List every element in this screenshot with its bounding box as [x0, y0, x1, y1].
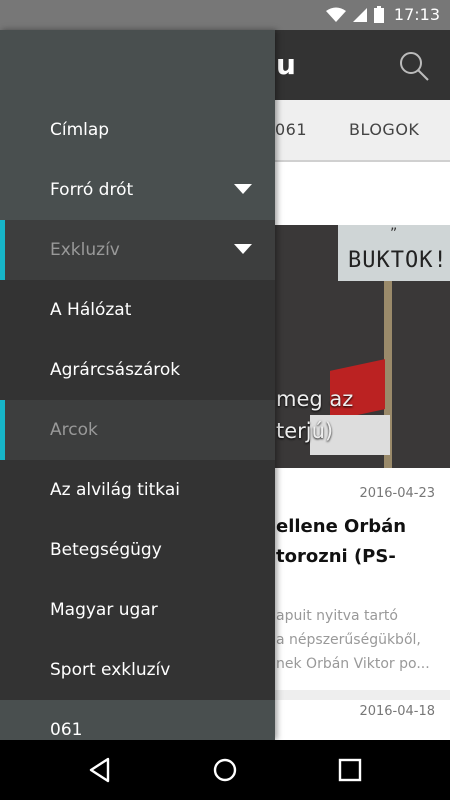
drawer-item-forro-drot[interactable]: Forró drót — [0, 160, 275, 220]
sign-text: BUKTOK!! — [348, 248, 450, 273]
article-snippet-line-2: a népszerűségükből, — [276, 632, 421, 648]
article-snippet-line-3: nek Orbán Viktor po... — [276, 656, 430, 672]
drawer-item-a-halozat[interactable]: A Hálózat — [0, 280, 275, 340]
drawer-item-exkluziv[interactable]: Exkluzív — [0, 220, 275, 280]
drawer-item-label: Magyar ugar — [50, 600, 158, 620]
status-bar: 17:13 — [0, 0, 450, 30]
article-date: 2016-04-23 — [359, 486, 435, 501]
featured-title-line-1: meg az — [276, 387, 354, 411]
active-indicator — [0, 220, 5, 280]
article-snippet: apuit nyitva tartó a népszerűségükből, n… — [276, 604, 430, 676]
status-icons: 17:13 — [325, 5, 440, 24]
article-snippet-line-1: apuit nyitva tartó — [276, 608, 398, 624]
article-title-line-2: torozni (PS- — [276, 546, 396, 567]
featured-title: meg az terjú) — [276, 383, 353, 447]
drawer-item-betegsegugy[interactable]: Betegségügy — [0, 520, 275, 580]
tab-blogok[interactable]: BLOGOK — [349, 120, 419, 139]
drawer-item-az-alvilag-titkai[interactable]: Az alvilág titkai — [0, 460, 275, 520]
home-icon[interactable] — [211, 756, 239, 784]
drawer-item-label: Exkluzív — [50, 240, 120, 260]
tab-061[interactable]: 061 — [275, 120, 307, 139]
drawer-item-label: Sport exkluzív — [50, 660, 171, 680]
wifi-icon — [325, 7, 346, 22]
drawer-item-label: Címlap — [50, 120, 110, 140]
drawer-item-label: Agrárcsászárok — [50, 360, 181, 380]
article-date: 2016-04-18 — [359, 704, 435, 719]
article-title: ellene Orbán torozni (PS- — [276, 512, 406, 572]
drawer-item-label: 061 — [50, 720, 83, 740]
featured-title-line-2: terjú) — [276, 419, 334, 443]
clock: 17:13 — [393, 5, 440, 24]
system-navigation-bar — [0, 740, 450, 800]
drawer-item-061[interactable]: 061 — [0, 700, 275, 740]
navigation-drawer: Címlap Forró drót Exkluzív A Hálózat Agr… — [0, 30, 275, 740]
drawer-item-label: Betegségügy — [50, 540, 162, 560]
back-icon[interactable] — [86, 756, 114, 784]
drawer-item-cimlap[interactable]: Címlap — [0, 100, 275, 160]
battery-icon — [373, 6, 384, 23]
active-indicator — [0, 400, 5, 460]
sign-top-text: ” — [390, 226, 398, 242]
drawer-item-label: A Hálózat — [50, 300, 132, 320]
article-title-line-1: ellene Orbán — [276, 516, 407, 537]
drawer-item-label: Az alvilág titkai — [50, 480, 180, 500]
app-logo: u — [276, 48, 296, 81]
drawer-item-agrarcsaszarok[interactable]: Agrárcsászárok — [0, 340, 275, 400]
drawer-item-sport-exkluziv[interactable]: Sport exkluzív — [0, 640, 275, 700]
signal-icon — [352, 7, 367, 22]
search-icon[interactable] — [398, 50, 430, 82]
chevron-down-icon[interactable] — [234, 244, 252, 254]
drawer-item-label: Forró drót — [50, 180, 134, 200]
drawer-item-label: Arcok — [50, 420, 98, 440]
drawer-item-magyar-ugar[interactable]: Magyar ugar — [0, 580, 275, 640]
chevron-down-icon[interactable] — [234, 184, 252, 194]
drawer-item-arcok[interactable]: Arcok — [0, 400, 275, 460]
recents-icon[interactable] — [336, 756, 364, 784]
drawer-header — [0, 30, 275, 100]
